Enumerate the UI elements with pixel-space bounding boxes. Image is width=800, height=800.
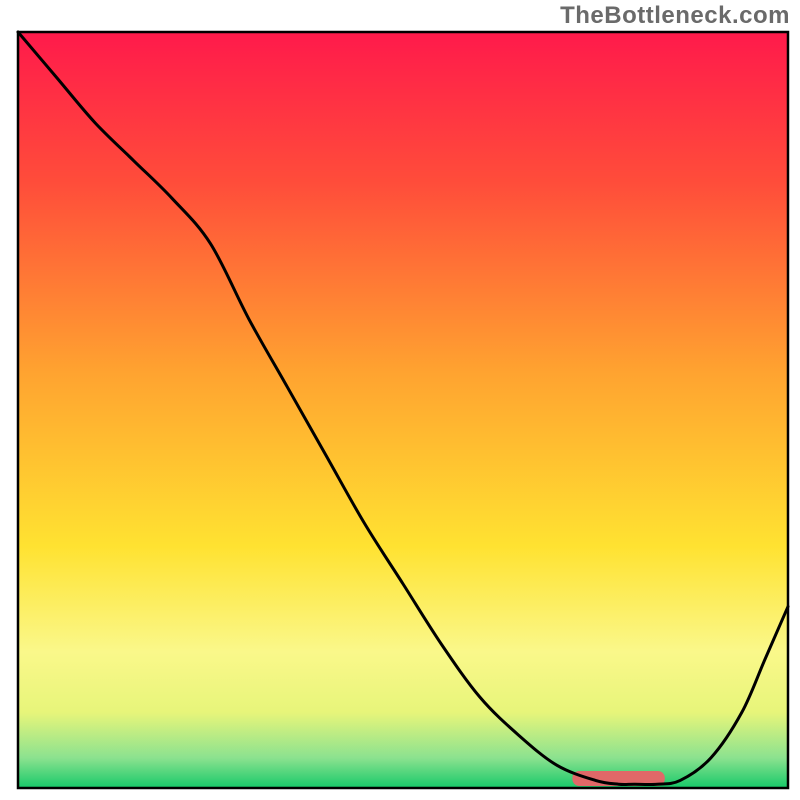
bottleneck-chart — [0, 0, 800, 800]
plot-area — [18, 32, 788, 788]
watermark-label: TheBottleneck.com — [560, 2, 790, 30]
chart-stage: TheBottleneck.com — [0, 0, 800, 800]
